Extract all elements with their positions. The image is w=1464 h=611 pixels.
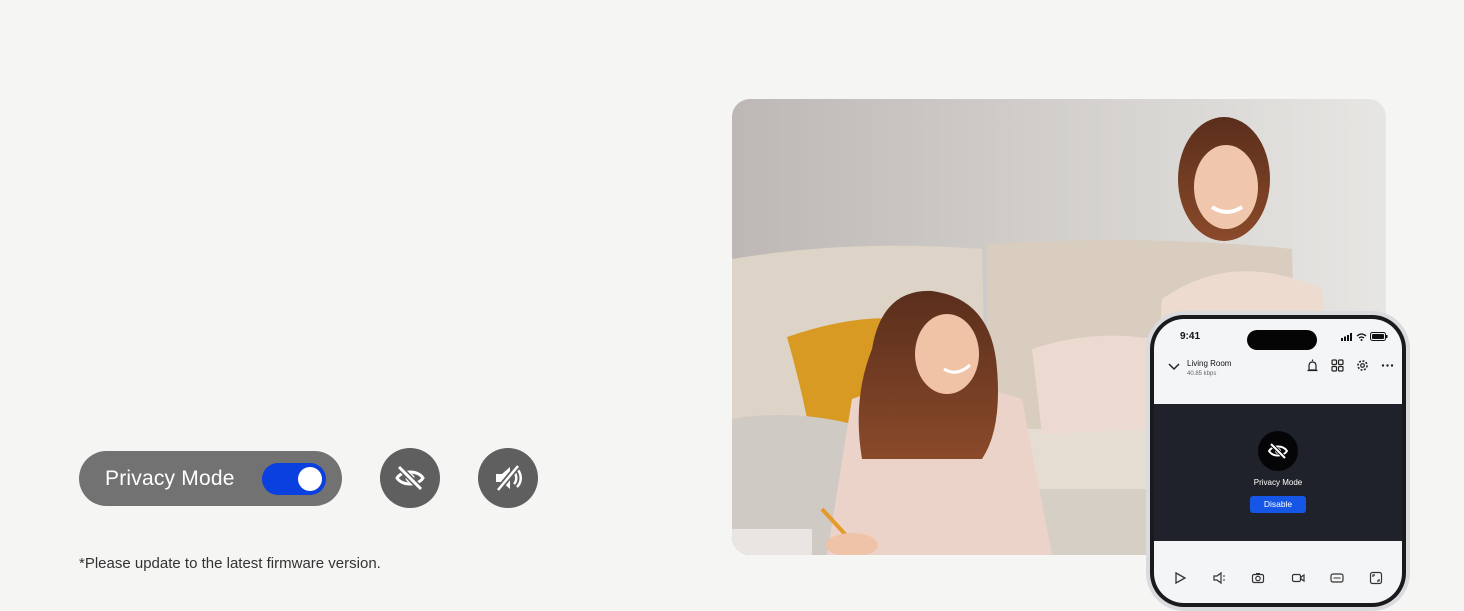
- privacy-mode-control: Privacy Mode: [79, 451, 342, 506]
- privacy-mode-label: Privacy Mode: [105, 466, 235, 490]
- toggle-knob: [298, 467, 322, 491]
- quality-icon[interactable]: [1330, 571, 1344, 585]
- status-icons: [1341, 332, 1388, 341]
- record-icon[interactable]: [1291, 571, 1305, 585]
- speaker-icon[interactable]: [1212, 571, 1226, 585]
- room-name: Living Room: [1187, 359, 1232, 368]
- phone-screen: 9:41 Living Room 40.85 kbps Privacy Mode…: [1154, 319, 1402, 603]
- fullscreen-icon[interactable]: [1369, 571, 1383, 585]
- chevron-down-icon[interactable]: [1168, 363, 1180, 371]
- play-icon[interactable]: [1173, 571, 1187, 585]
- more-icon[interactable]: [1381, 359, 1394, 372]
- privacy-eye-off-icon: [1258, 431, 1298, 471]
- camera-off-icon: [380, 448, 440, 508]
- header-icons: [1306, 359, 1394, 372]
- audio-muted-icon: [478, 448, 538, 508]
- grid-icon[interactable]: [1331, 359, 1344, 372]
- privacy-mode-toggle[interactable]: [262, 463, 326, 495]
- disable-button[interactable]: Disable: [1250, 496, 1306, 513]
- dynamic-island: [1247, 330, 1317, 350]
- phone-mockup: 9:41 Living Room 40.85 kbps Privacy Mode…: [1146, 311, 1410, 611]
- snapshot-icon[interactable]: [1251, 571, 1265, 585]
- playback-controls: [1154, 571, 1402, 585]
- alarm-icon[interactable]: [1306, 359, 1319, 372]
- bitrate: 40.85 kbps: [1187, 371, 1217, 377]
- privacy-mode-status: Privacy Mode: [1253, 478, 1303, 487]
- wifi-icon: [1356, 332, 1367, 341]
- battery-icon: [1370, 332, 1388, 341]
- status-time: 9:41: [1180, 331, 1201, 342]
- signal-icon: [1341, 332, 1352, 341]
- settings-icon[interactable]: [1356, 359, 1369, 372]
- live-view-panel: Privacy Mode Disable: [1154, 404, 1402, 541]
- firmware-note: *Please update to the latest firmware ve…: [79, 555, 381, 572]
